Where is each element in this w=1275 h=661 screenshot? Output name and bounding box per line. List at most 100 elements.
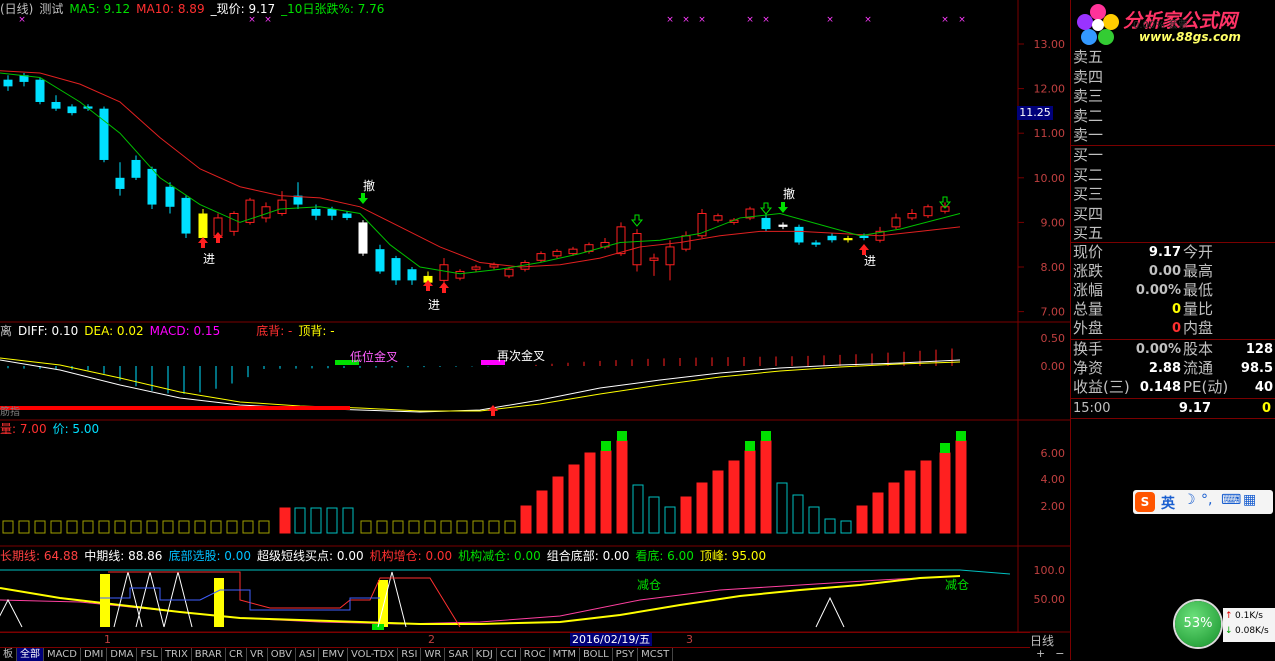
volume-bar: [584, 452, 596, 534]
sogou-icon[interactable]: S: [1135, 492, 1155, 512]
price-tick-label: 10.00: [1034, 172, 1066, 185]
upload-arrow-icon: ↑: [1225, 611, 1233, 621]
quote-label: 内盘: [1183, 319, 1214, 337]
tab-10[interactable]: OBV: [268, 648, 296, 661]
cancel-signal-label: 撤: [783, 187, 796, 201]
volume-bar: [310, 507, 322, 534]
volume-bar: [904, 470, 916, 534]
volume-bar: [130, 520, 142, 534]
candle-body: [455, 270, 465, 279]
top-signal-mark: ×: [666, 15, 674, 25]
tab-19[interactable]: ROC: [521, 648, 550, 661]
quote-label: 外盘: [1073, 319, 1104, 337]
buy-signal-label: 进: [203, 252, 216, 266]
volume-bar: [536, 490, 548, 534]
mid-line-value: 中期线: 88.86: [84, 549, 163, 563]
volume-bar: [294, 507, 306, 534]
candle-body: [568, 248, 578, 255]
sell-level-label: 卖一: [1073, 126, 1104, 144]
signal-tick-label: 100.0: [1034, 564, 1066, 577]
volume-bar: [178, 520, 190, 534]
candle-body: [907, 212, 917, 219]
quote-label: 涨幅: [1073, 281, 1104, 299]
tab-9[interactable]: VR: [247, 648, 268, 661]
candle-body: [67, 106, 77, 114]
volume-bar: [504, 520, 516, 534]
tab-4[interactable]: DMA: [107, 648, 138, 661]
bottom-pick-value: 底部选股: 0.00: [168, 549, 252, 563]
volume-bar: [342, 507, 354, 534]
tab-17[interactable]: KDJ: [473, 648, 497, 661]
indicator-name[interactable]: 测试: [39, 2, 63, 16]
tab-11[interactable]: ASI: [296, 648, 320, 661]
download-arrow-icon: ↓: [1225, 626, 1233, 636]
volume-peak-cap: [745, 441, 755, 451]
top-signal-mark: ×: [698, 15, 706, 25]
keyboard-icon[interactable]: ⌨: [1221, 492, 1241, 508]
candle-body: [504, 268, 514, 277]
candle-body: [439, 264, 449, 281]
time-volume: 0: [1261, 401, 1271, 416]
bottom-zone-bar: [0, 406, 350, 410]
tab-2[interactable]: MACD: [44, 648, 81, 661]
tab-14[interactable]: RSI: [398, 648, 422, 661]
price-tick-label: 9.00: [1041, 216, 1066, 229]
candle-body: [391, 258, 401, 281]
ma10-value: MA10: 8.89: [136, 2, 205, 16]
candlestick-series: [3, 72, 950, 288]
candle-body: [327, 209, 337, 216]
tab-18[interactable]: CCI: [497, 648, 521, 661]
tab-3[interactable]: DMI: [81, 648, 108, 661]
current-price: _现价: 9.17: [210, 2, 276, 16]
tab-0[interactable]: 板: [0, 648, 17, 661]
volume-bar: [34, 520, 46, 534]
tab-20[interactable]: MTM: [550, 648, 580, 661]
volume-bar: [279, 507, 291, 534]
download-speed: 0.08K/s: [1235, 626, 1269, 636]
candle-body: [229, 212, 239, 232]
long-line-value: 长期线: 64.88: [0, 549, 79, 563]
tools-icon[interactable]: ▦: [1243, 492, 1256, 508]
volume-bar: [792, 494, 804, 534]
buy-signal-label: 进: [864, 254, 877, 268]
tab-5[interactable]: FSL: [137, 648, 162, 661]
volume-bar: [472, 520, 484, 534]
tab-13[interactable]: VOL-TDX: [348, 648, 399, 661]
tab-21[interactable]: BOLL: [580, 648, 613, 661]
moon-icon[interactable]: ☽: [1183, 492, 1196, 508]
volume-bar: [82, 520, 94, 534]
candle-body: [761, 217, 771, 230]
price-tick-label: 11.00: [1034, 127, 1066, 140]
super-short-value: 超级短线买点: 0.00: [257, 549, 364, 563]
volume-bar: [712, 470, 724, 534]
ime-mode[interactable]: 英: [1161, 493, 1175, 513]
quote-label: 换手: [1073, 340, 1104, 358]
quote-label: 量比: [1183, 300, 1214, 318]
volume-bar: [226, 520, 238, 534]
quote-value: 40: [1254, 380, 1273, 395]
candle-body: [165, 186, 175, 207]
site-logo: 分析家公式网 www.88gs.com 0.00% 套票: [1073, 2, 1273, 46]
buy-signal-label: 进: [428, 298, 441, 312]
tab-12[interactable]: EMV: [319, 648, 348, 661]
section-1: 1: [104, 633, 111, 646]
date-axis: 1 2 2016/02/19/五 3: [0, 632, 1030, 647]
ime-toolbar[interactable]: S 英 ☽ °, ⌨ ▦: [1133, 490, 1273, 514]
tab-7[interactable]: BRAR: [192, 648, 226, 661]
tab-23[interactable]: MCST: [638, 648, 674, 661]
candle-body: [358, 222, 368, 254]
zoom-controls[interactable]: +−: [1036, 647, 1074, 660]
volume-peak-cap: [617, 431, 627, 441]
punctuation-icon[interactable]: °,: [1201, 492, 1212, 508]
tab-8[interactable]: CR: [226, 648, 247, 661]
tab-22[interactable]: PSY: [613, 648, 639, 661]
macd-prefix: 离: [0, 324, 13, 338]
network-monitor-icon[interactable]: 53%: [1175, 601, 1221, 647]
tab-16[interactable]: SAR: [445, 648, 473, 661]
quote-label: 总量: [1073, 300, 1104, 318]
tab-15[interactable]: WR: [421, 648, 446, 661]
date-cursor: 2016/02/19/五: [570, 633, 653, 646]
tab-1[interactable]: 全部: [17, 648, 44, 661]
tab-6[interactable]: TRIX: [162, 648, 192, 661]
logo-faint-text: 0.00% 套票: [1133, 20, 1188, 31]
